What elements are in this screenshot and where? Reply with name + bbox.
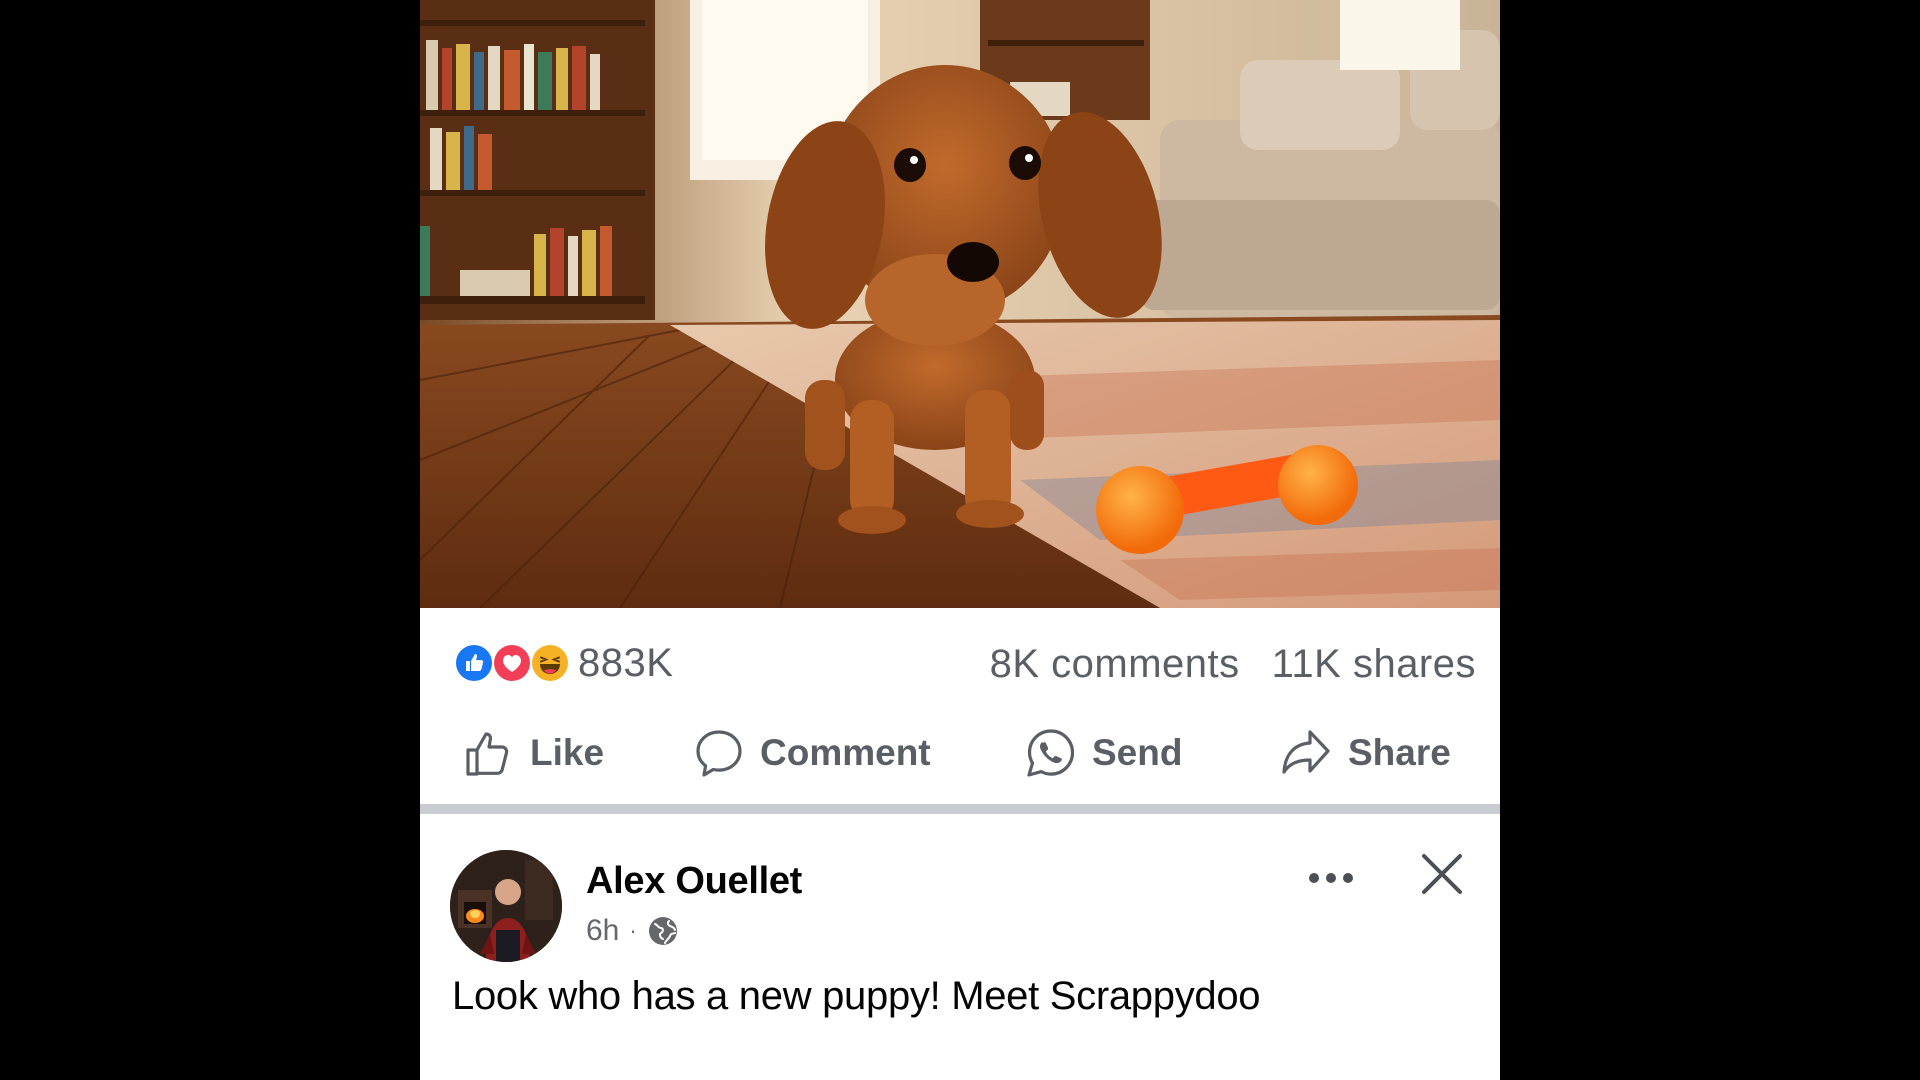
comment-button[interactable]: Comment [692, 718, 931, 788]
post-action-bar: Like Comment Send Share [420, 718, 1500, 804]
haha-reaction-icon [530, 643, 570, 683]
shares-count-link[interactable]: 11K shares [1272, 642, 1476, 687]
engagement-counts: 8K comments 11K shares [990, 642, 1476, 687]
post-text: Look who has a new puppy! Meet Scrappydo… [452, 974, 1261, 1018]
share-arrow-icon [1282, 730, 1330, 774]
author-avatar[interactable] [450, 850, 562, 962]
ellipsis-icon [1309, 873, 1353, 883]
post-time[interactable]: 6h [586, 914, 619, 948]
love-reaction-icon [492, 643, 532, 683]
hide-post-button[interactable] [1414, 846, 1470, 902]
comment-label: Comment [760, 732, 931, 773]
whatsapp-icon [1027, 729, 1075, 777]
close-icon [1422, 854, 1462, 894]
screen-background: 883K 8K comments 11K shares Like Comment [0, 0, 1920, 1080]
more-options-button[interactable] [1296, 858, 1366, 898]
reaction-count: 883K [578, 640, 674, 685]
thumbs-up-icon [466, 732, 509, 776]
next-post: Alex Ouellet 6h · Look who has a new pup… [420, 814, 1500, 1080]
like-reaction-icon [454, 643, 494, 683]
send-button[interactable]: Send [1024, 718, 1182, 788]
like-button[interactable]: Like [462, 718, 604, 788]
meta-separator: · [629, 918, 637, 943]
author-name[interactable]: Alex Ouellet [586, 860, 802, 903]
reactions-summary[interactable]: 883K [454, 640, 673, 686]
feed-divider [420, 804, 1500, 814]
post-photo[interactable] [420, 0, 1500, 608]
feed-viewport: 883K 8K comments 11K shares Like Comment [420, 0, 1500, 1080]
post-meta: 6h · [586, 914, 679, 948]
puppy-photo [420, 0, 1500, 608]
reaction-icon-group [454, 641, 572, 685]
share-button[interactable]: Share [1278, 718, 1451, 788]
send-label: Send [1092, 732, 1183, 773]
share-label: Share [1348, 732, 1451, 773]
post-stats: 883K 8K comments 11K shares [420, 608, 1500, 718]
avatar-photo [450, 850, 562, 962]
like-label: Like [530, 732, 605, 773]
comments-count-link[interactable]: 8K comments [990, 642, 1240, 687]
comment-bubble-icon [696, 730, 742, 777]
globe-icon [648, 917, 677, 945]
